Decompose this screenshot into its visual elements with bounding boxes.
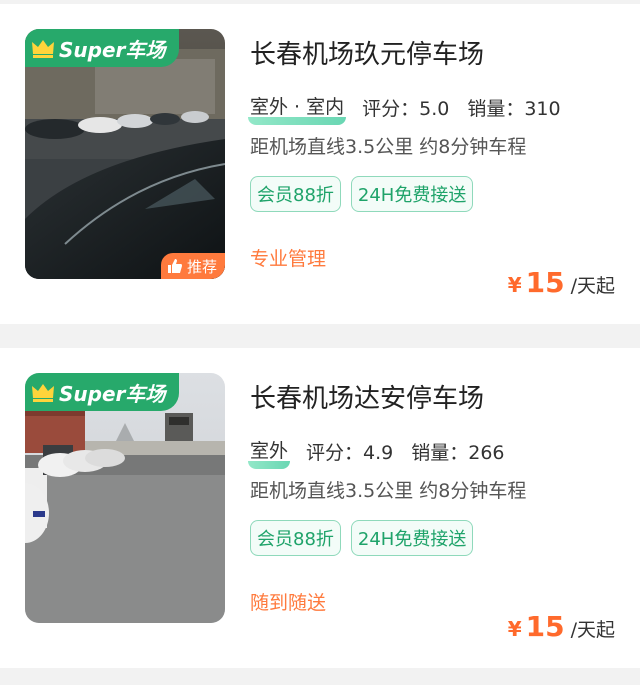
parking-listing-card[interactable]: Super车场 长春机场达安停车场 室外 评分：4.9 销量：266 距机场直线… (0, 348, 640, 668)
listing-meta: 室外 评分：4.9 销量：266 (247, 436, 505, 469)
sales-text: 销量：266 (411, 442, 505, 464)
price: ¥ 15 /天起 (508, 610, 615, 643)
parking-lot-title[interactable]: 长春机场达安停车场 (250, 378, 484, 415)
price-value: 15 (525, 610, 565, 643)
price-unit: /天起 (570, 619, 615, 641)
feature-text: 随到随送 (250, 592, 327, 614)
rating-text: 评分：4.9 (306, 442, 394, 464)
member-discount-tag: 会员88折 (250, 520, 341, 556)
feature-text: 专业管理 (250, 248, 327, 270)
sales-text: 销量：310 (467, 98, 561, 120)
super-badge-label: Super车场 (59, 37, 166, 62)
currency-symbol: ¥ (507, 273, 522, 297)
recommend-label: 推荐 (186, 257, 217, 276)
price-value: 15 (525, 266, 565, 299)
location-type: 室外 (247, 436, 291, 469)
distance-text: 距机场直线3.5公里 约8分钟车程 (250, 136, 527, 158)
parking-lot-photo[interactable]: Super车场 推荐 (25, 29, 225, 279)
crown-icon (32, 384, 54, 402)
thumbs-up-icon (167, 259, 182, 273)
benefit-tags: 会员88折 24H免费接送 (250, 176, 474, 212)
member-discount-tag: 会员88折 (250, 176, 341, 212)
shuttle-tag: 24H免费接送 (350, 520, 474, 556)
price: ¥ 15 /天起 (508, 266, 615, 299)
recommend-badge: 推荐 (160, 253, 225, 279)
super-badge-label: Super车场 (59, 381, 166, 406)
benefit-tags: 会员88折 24H免费接送 (250, 520, 474, 556)
parking-lot-photo[interactable]: Super车场 (25, 373, 225, 623)
parking-lot-title[interactable]: 长春机场玖元停车场 (250, 34, 484, 71)
rating-text: 评分：5.0 (362, 98, 450, 120)
distance-text: 距机场直线3.5公里 约8分钟车程 (250, 480, 527, 502)
price-unit: /天起 (570, 275, 615, 297)
shuttle-tag: 24H免费接送 (350, 176, 474, 212)
parking-listing-card[interactable]: Super车场 推荐 长春机场玖元停车场 室外 · 室内 评分：5.0 销量：3… (0, 4, 640, 324)
listing-meta: 室外 · 室内 评分：5.0 销量：310 (247, 92, 561, 125)
super-parking-badge: Super车场 (25, 29, 180, 67)
super-parking-badge: Super车场 (25, 373, 180, 411)
location-type: 室外 · 室内 (247, 92, 347, 125)
crown-icon (32, 40, 54, 58)
currency-symbol: ¥ (507, 617, 522, 641)
